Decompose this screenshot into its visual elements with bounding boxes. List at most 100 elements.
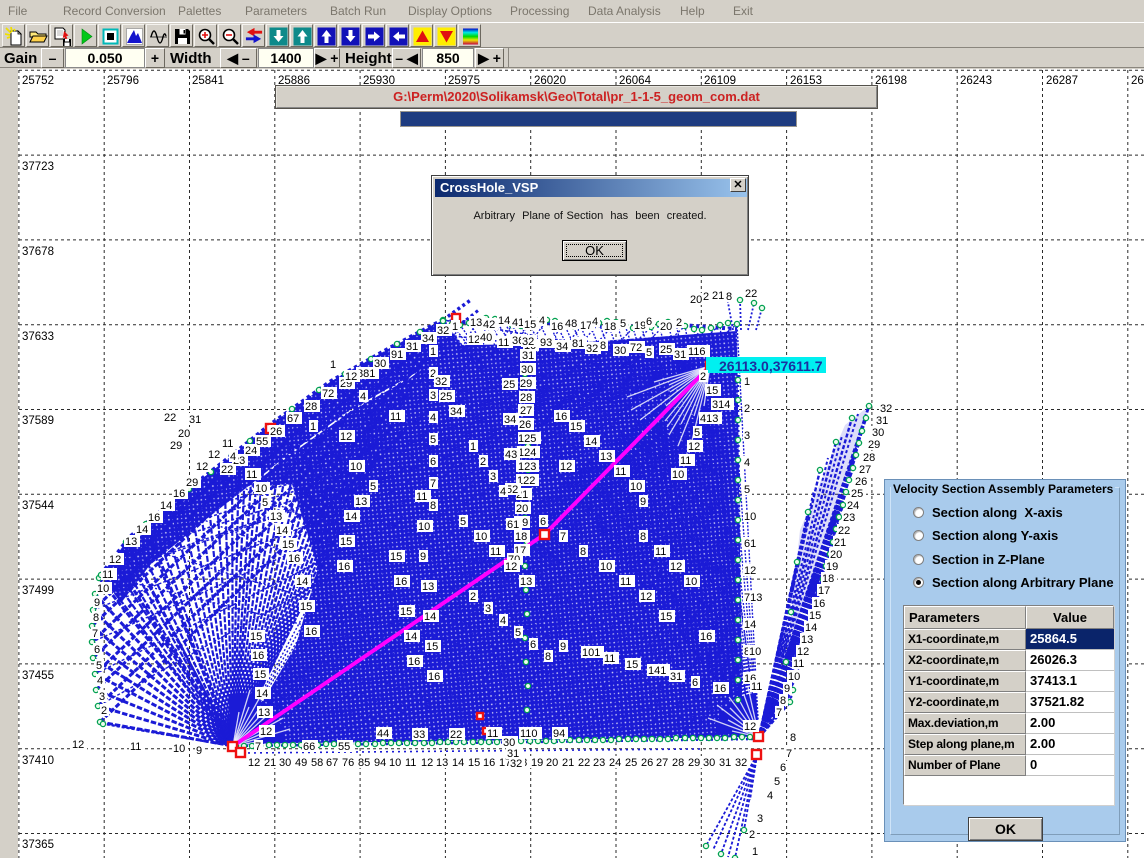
svg-text:30: 30 <box>279 757 291 769</box>
svg-text:13: 13 <box>520 576 532 588</box>
svg-text:14: 14 <box>452 757 464 769</box>
svg-text:6: 6 <box>646 316 652 328</box>
svg-text:3: 3 <box>757 813 763 825</box>
svg-text:16: 16 <box>551 321 563 333</box>
svg-text:6: 6 <box>94 644 100 656</box>
svg-text:30: 30 <box>703 757 715 769</box>
svg-text:11: 11 <box>246 469 257 481</box>
svg-text:5: 5 <box>460 516 466 528</box>
svg-text:22: 22 <box>164 412 176 424</box>
svg-text:14: 14 <box>160 500 172 512</box>
svg-text:28: 28 <box>672 757 684 769</box>
svg-text:22: 22 <box>221 464 233 476</box>
svg-text:30: 30 <box>614 345 626 357</box>
svg-text:55: 55 <box>338 741 350 753</box>
svg-text:11: 11 <box>222 438 233 450</box>
svg-text:11: 11 <box>655 546 666 558</box>
svg-text:14: 14 <box>136 524 148 536</box>
svg-text:28: 28 <box>520 392 532 404</box>
svg-text:6: 6 <box>530 639 536 651</box>
svg-text:10: 10 <box>685 576 697 588</box>
svg-text:4: 4 <box>767 790 773 802</box>
svg-text:25: 25 <box>660 344 672 356</box>
svg-text:15: 15 <box>390 551 402 563</box>
svg-text:10: 10 <box>350 461 362 473</box>
svg-text:13: 13 <box>258 707 270 719</box>
svg-text:15: 15 <box>282 539 294 551</box>
svg-text:16: 16 <box>813 598 825 610</box>
svg-text:29: 29 <box>170 440 182 452</box>
svg-text:26: 26 <box>641 757 653 769</box>
svg-text:14: 14 <box>345 511 357 523</box>
svg-text:16: 16 <box>173 488 185 500</box>
svg-text:9: 9 <box>420 551 426 563</box>
svg-text:16: 16 <box>338 561 350 573</box>
svg-text:24: 24 <box>847 500 859 512</box>
svg-text:31: 31 <box>719 757 731 769</box>
svg-text:27: 27 <box>520 405 532 417</box>
svg-text:3: 3 <box>744 430 750 442</box>
svg-text:26: 26 <box>855 476 867 488</box>
svg-text:22: 22 <box>450 729 462 741</box>
svg-text:19: 19 <box>826 561 838 573</box>
svg-text:32: 32 <box>735 757 747 769</box>
svg-text:31: 31 <box>876 415 888 427</box>
svg-text:10: 10 <box>173 743 185 755</box>
svg-text:15: 15 <box>340 536 352 548</box>
svg-text:8: 8 <box>580 546 586 558</box>
svg-text:20: 20 <box>690 294 702 306</box>
svg-text:15: 15 <box>570 421 582 433</box>
svg-text:8: 8 <box>780 695 786 707</box>
svg-text:16: 16 <box>483 757 495 769</box>
svg-text:10: 10 <box>389 757 401 769</box>
svg-text:94: 94 <box>374 757 386 769</box>
svg-text:14: 14 <box>296 576 308 588</box>
svg-text:16: 16 <box>700 631 712 643</box>
svg-text:25: 25 <box>503 379 515 391</box>
svg-text:12: 12 <box>560 461 572 473</box>
svg-text:2: 2 <box>700 371 706 383</box>
svg-text:7: 7 <box>255 741 261 753</box>
svg-text:28: 28 <box>305 401 317 413</box>
svg-text:314: 314 <box>712 399 730 411</box>
svg-text:26: 26 <box>270 426 282 438</box>
svg-text:31: 31 <box>670 671 682 683</box>
svg-text:123: 123 <box>518 461 536 473</box>
svg-text:40: 40 <box>480 332 492 344</box>
svg-text:23: 23 <box>593 757 605 769</box>
svg-text:30: 30 <box>521 364 533 376</box>
svg-text:18: 18 <box>515 531 527 543</box>
svg-text:8: 8 <box>790 732 796 744</box>
svg-text:93: 93 <box>540 337 552 349</box>
svg-text:30: 30 <box>374 358 386 370</box>
svg-text:15: 15 <box>706 385 718 397</box>
svg-text:10: 10 <box>97 583 109 595</box>
svg-text:15: 15 <box>400 606 412 618</box>
svg-text:20: 20 <box>178 428 190 440</box>
svg-text:11: 11 <box>490 546 501 558</box>
svg-text:2: 2 <box>470 591 476 603</box>
svg-text:26287: 26287 <box>1046 75 1078 87</box>
svg-text:37723: 37723 <box>22 161 54 173</box>
svg-text:14: 14 <box>276 525 288 537</box>
svg-text:32: 32 <box>522 336 534 348</box>
svg-text:37633: 37633 <box>22 331 54 343</box>
svg-text:26243: 26243 <box>960 75 992 87</box>
svg-text:37544: 37544 <box>22 500 55 512</box>
svg-text:91: 91 <box>391 349 403 361</box>
svg-text:94: 94 <box>553 728 565 740</box>
svg-text:1: 1 <box>470 441 476 453</box>
svg-text:61: 61 <box>744 538 756 550</box>
svg-text:31: 31 <box>189 414 201 426</box>
svg-text:13: 13 <box>600 451 612 463</box>
svg-text:2: 2 <box>480 456 486 468</box>
svg-text:41: 41 <box>512 317 524 329</box>
svg-text:7: 7 <box>786 748 792 760</box>
svg-text:2: 2 <box>749 829 755 841</box>
svg-text:15: 15 <box>809 610 821 622</box>
svg-text:11: 11 <box>498 337 509 349</box>
svg-text:18: 18 <box>822 573 834 585</box>
svg-text:72: 72 <box>630 342 642 354</box>
svg-text:31: 31 <box>522 350 534 362</box>
svg-text:16: 16 <box>305 626 317 638</box>
